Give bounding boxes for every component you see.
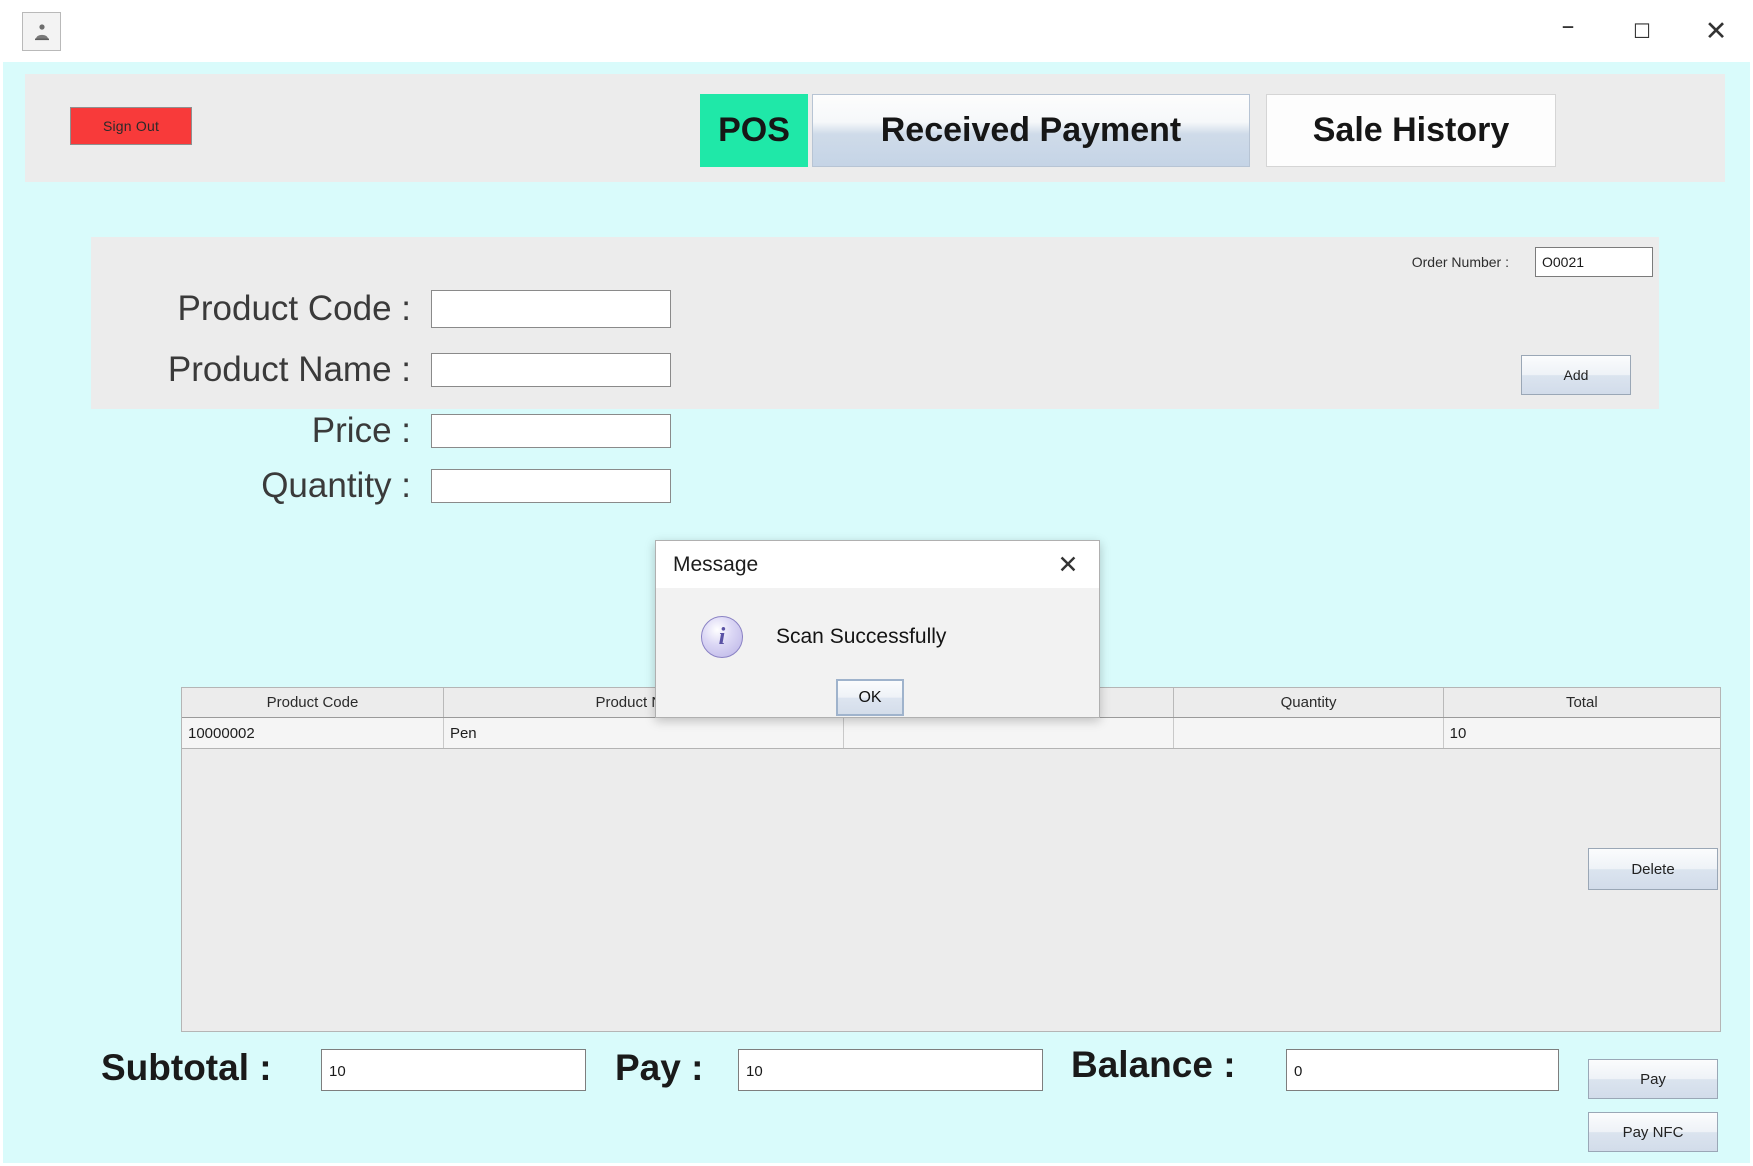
cell-product-code: 10000002 — [182, 717, 444, 749]
app-content: Sign Out POS Received Payment Sale Histo… — [0, 62, 1753, 1166]
product-code-label: Product Code : — [177, 289, 411, 328]
application-window: – ☐ ✕ Sign Out POS Received Payment Sale… — [0, 0, 1753, 1166]
tab-received-payment[interactable]: Received Payment — [812, 94, 1250, 167]
tab-sale-history[interactable]: Sale History — [1266, 94, 1556, 167]
col-product-code[interactable]: Product Code — [182, 688, 444, 718]
dialog-title-bar: Message ✕ — [656, 541, 1099, 588]
cell-product-name: Pen — [443, 717, 844, 749]
product-name-row: Product Name : — [91, 350, 671, 390]
sign-out-button[interactable]: Sign Out — [70, 107, 192, 145]
price-row: Price : — [91, 411, 671, 451]
main-tab-bar: POS Received Payment Sale History — [700, 94, 1556, 167]
product-name-label: Product Name : — [167, 350, 411, 389]
quantity-row: Quantity : — [91, 466, 671, 506]
cell-total: 10 — [1443, 717, 1720, 749]
cell-price — [843, 717, 1175, 749]
subtotal-label: Subtotal : — [101, 1047, 272, 1088]
message-dialog: Message ✕ i Scan Successfully OK — [655, 540, 1100, 718]
table-row[interactable]: 10000002 Pen 10 — [182, 717, 1720, 749]
balance-input[interactable] — [1286, 1049, 1559, 1091]
quantity-label: Quantity : — [261, 466, 411, 505]
delete-button[interactable]: Delete — [1588, 848, 1718, 890]
info-icon: i — [701, 616, 743, 658]
window-controls: – ☐ ✕ — [1531, 0, 1753, 62]
product-name-input[interactable] — [431, 353, 671, 387]
dialog-close-icon[interactable]: ✕ — [1051, 548, 1085, 580]
subtotal-input[interactable] — [321, 1049, 586, 1091]
order-number-input[interactable] — [1535, 247, 1653, 277]
tab-pos[interactable]: POS — [700, 94, 808, 167]
col-quantity[interactable]: Quantity — [1173, 688, 1444, 718]
order-number-group: Order Number : — [1412, 247, 1653, 277]
price-input[interactable] — [431, 414, 671, 448]
app-logo-icon — [22, 12, 61, 51]
price-label: Price : — [311, 411, 411, 450]
dialog-title: Message — [673, 552, 759, 576]
minimize-button[interactable]: – — [1531, 0, 1605, 67]
cart-table-container: Product Code Product Name Price Quantity… — [181, 687, 1721, 1032]
dialog-ok-button[interactable]: OK — [836, 679, 904, 716]
pay-label: Pay : — [615, 1047, 704, 1088]
close-window-button[interactable]: ✕ — [1679, 0, 1753, 62]
product-code-row: Product Code : — [91, 289, 671, 329]
maximize-button[interactable]: ☐ — [1605, 0, 1679, 62]
order-number-label: Order Number : — [1411, 254, 1509, 270]
add-product-button[interactable]: Add — [1521, 355, 1631, 395]
product-entry-panel: Order Number : Product Code : Product Na… — [91, 237, 1659, 505]
quantity-input[interactable] — [431, 469, 671, 503]
title-bar: – ☐ ✕ — [0, 0, 1753, 63]
dialog-message: Scan Successfully — [776, 625, 947, 648]
cell-quantity — [1173, 717, 1444, 749]
top-toolbar: Sign Out POS Received Payment Sale Histo… — [25, 74, 1725, 182]
product-code-input[interactable] — [431, 290, 671, 328]
col-total[interactable]: Total — [1443, 688, 1720, 718]
pay-button[interactable]: Pay — [1588, 1059, 1718, 1099]
pay-nfc-button[interactable]: Pay NFC — [1588, 1112, 1718, 1152]
balance-label: Balance : — [1071, 1044, 1236, 1085]
pay-input[interactable] — [738, 1049, 1043, 1091]
